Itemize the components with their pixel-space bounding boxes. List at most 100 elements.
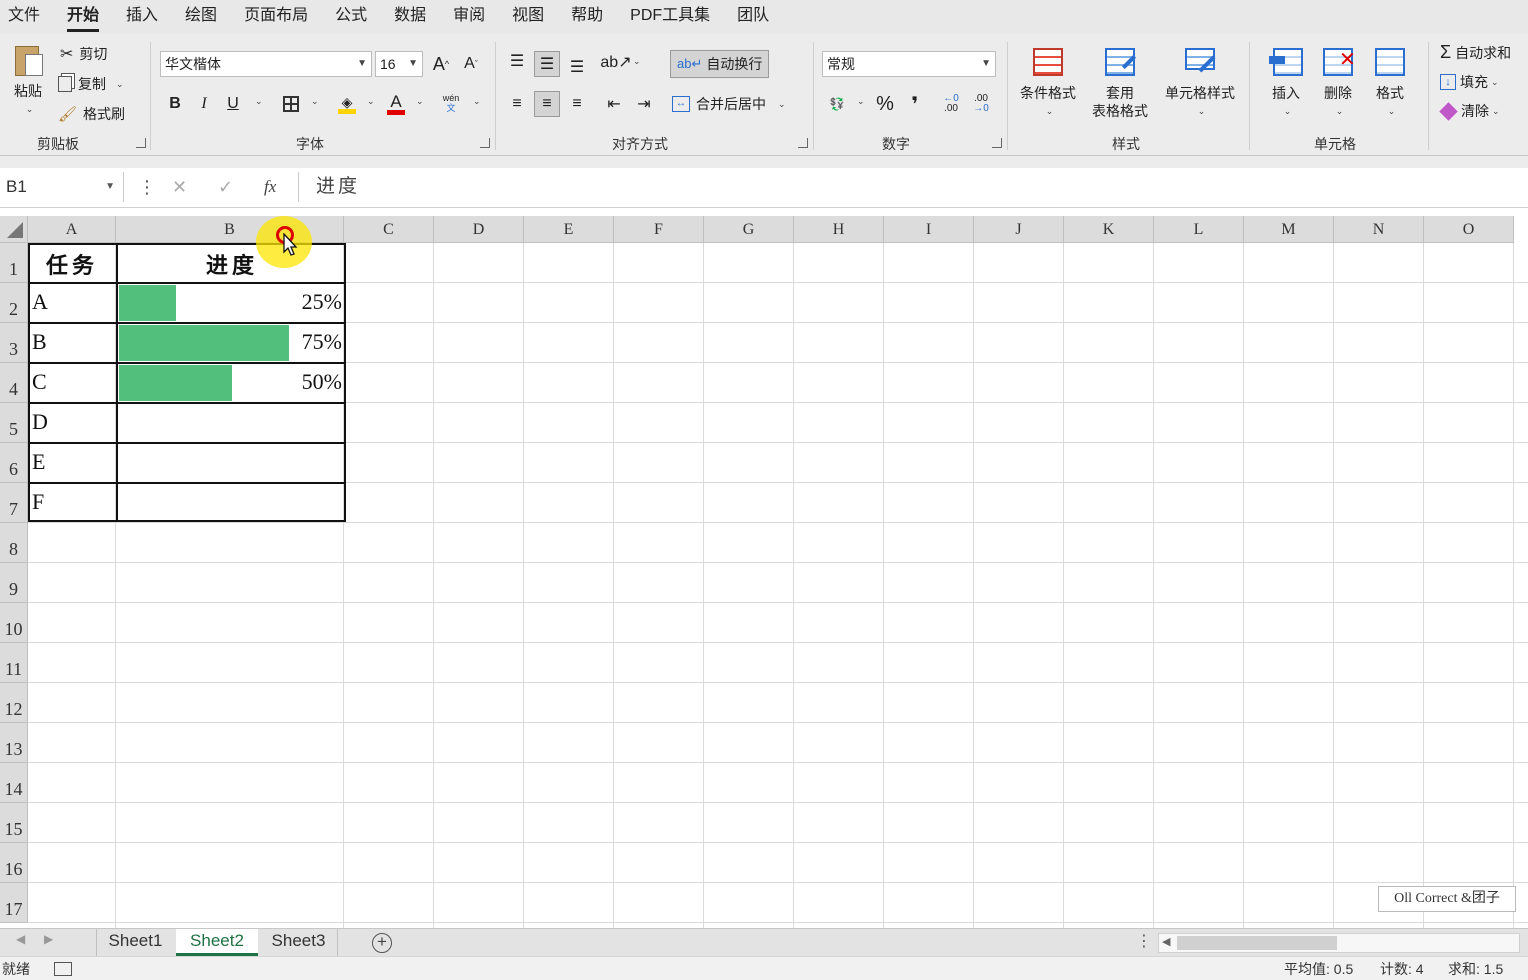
row-header-16[interactable]: 16 <box>0 843 28 883</box>
menu-pdf-tools[interactable]: PDF工具集 <box>630 0 710 34</box>
menu-file[interactable]: 文件 <box>8 0 40 34</box>
task-cell[interactable]: E <box>32 449 45 475</box>
row-header-5[interactable]: 5 <box>0 403 28 443</box>
row-header-9[interactable]: 9 <box>0 563 28 603</box>
align-left-icon[interactable]: ≡ <box>504 91 530 117</box>
column-header-f[interactable]: F <box>614 216 704 243</box>
scroll-left-icon[interactable]: ◀ <box>1162 935 1170 948</box>
menu-data[interactable]: 数据 <box>394 0 426 34</box>
chevron-down-icon[interactable]: ⌄ <box>416 96 424 107</box>
number-launcher-icon[interactable] <box>992 138 1002 148</box>
status-count[interactable]: 计数: 4 <box>1380 957 1424 980</box>
menu-view[interactable]: 视图 <box>512 0 544 34</box>
orientation-icon[interactable]: ab↗ <box>600 49 631 75</box>
chevron-down-icon[interactable]: ⌄ <box>473 96 481 107</box>
column-header-m[interactable]: M <box>1244 216 1334 243</box>
italic-button[interactable]: I <box>191 91 217 117</box>
header-task[interactable]: 任务 <box>46 248 98 280</box>
chevron-down-icon[interactable]: ⌄ <box>311 96 319 107</box>
font-name-select[interactable]: 华文楷体 ▼ <box>160 51 372 77</box>
menu-team[interactable]: 团队 <box>737 0 769 34</box>
menu-page-layout[interactable]: 页面布局 <box>244 0 308 34</box>
sheet-tab-sheet1[interactable]: Sheet1 <box>96 929 174 956</box>
column-header-c[interactable]: C <box>344 216 434 243</box>
row-header-4[interactable]: 4 <box>0 363 28 403</box>
copy-button[interactable]: 复制 ⌄ <box>58 74 124 94</box>
cut-button[interactable]: ✂ 剪切 <box>60 44 107 64</box>
spreadsheet-grid[interactable]: ABCDEFGHIJKLMNO 1 2 3 4 5 6 7 8 9 10 11 12 13 14 15 16 1… <box>0 216 1528 928</box>
comma-style-button[interactable]: ❜ <box>902 91 928 117</box>
menu-insert[interactable]: 插入 <box>126 0 158 34</box>
row-header-6[interactable]: 6 <box>0 443 28 483</box>
accounting-format-icon[interactable]: 💱 <box>824 91 850 117</box>
menu-help[interactable]: 帮助 <box>571 0 603 34</box>
sheet-tab-sheet2[interactable]: Sheet2 <box>176 929 258 956</box>
horizontal-scrollbar[interactable]: ◀ <box>1158 933 1520 953</box>
autosum-button[interactable]: Σ 自动求和 <box>1440 42 1511 63</box>
scroll-right-icon[interactable]: ▶ <box>44 932 53 946</box>
row-header-13[interactable]: 13 <box>0 723 28 763</box>
format-as-table-button[interactable]: 套用 表格格式 <box>1082 46 1158 120</box>
font-color-button[interactable]: A <box>383 91 409 117</box>
font-size-select[interactable]: 16 ▼ <box>375 51 423 77</box>
task-cell[interactable]: C <box>32 369 47 395</box>
task-cell[interactable]: D <box>32 409 48 435</box>
chevron-down-icon[interactable]: ⌄ <box>255 96 263 107</box>
borders-button[interactable] <box>278 91 304 117</box>
status-sum[interactable]: 求和: 1.5 <box>1448 957 1503 980</box>
paste-button[interactable]: 粘贴 ⌄ <box>8 44 48 118</box>
align-middle-icon[interactable]: ☰ <box>534 51 560 77</box>
menu-draw[interactable]: 绘图 <box>185 0 217 34</box>
more-options-icon[interactable]: ⋮ <box>138 172 156 202</box>
row-header-1[interactable]: 1 <box>0 243 28 283</box>
chevron-down-icon[interactable]: ⌄ <box>367 96 375 107</box>
align-top-icon[interactable]: ☰ <box>504 48 530 74</box>
shrink-font-button[interactable]: Aˇ <box>458 51 484 77</box>
align-center-icon[interactable]: ≡ <box>534 91 560 117</box>
merge-center-button[interactable]: ↔ 合并后居中 ⌄ <box>672 94 786 114</box>
format-cells-button[interactable]: 格式 ⌄ <box>1368 46 1412 120</box>
progress-cell[interactable]: 75% <box>302 329 342 355</box>
macro-record-icon[interactable] <box>54 962 72 976</box>
column-header-l[interactable]: L <box>1154 216 1244 243</box>
scroll-left-icon[interactable]: ◀ <box>16 932 25 946</box>
formula-content[interactable]: 进度 <box>316 172 360 202</box>
font-launcher-icon[interactable] <box>480 138 490 148</box>
chevron-down-icon[interactable]: ⌄ <box>633 56 641 67</box>
task-cell[interactable]: F <box>32 489 44 515</box>
cell-styles-button[interactable]: 单元格样式 ⌄ <box>1160 46 1240 120</box>
format-painter-button[interactable]: 🖌 格式刷 <box>58 104 125 124</box>
clear-button[interactable]: 清除 ⌄ <box>1439 101 1500 121</box>
phonetic-button[interactable]: wén 文 <box>438 90 464 116</box>
increase-decimal-button[interactable]: ←0.00 <box>938 91 964 117</box>
column-header-d[interactable]: D <box>434 216 524 243</box>
menu-review[interactable]: 审阅 <box>453 0 485 34</box>
column-header-n[interactable]: N <box>1334 216 1424 243</box>
fill-color-button[interactable]: ◈ <box>334 91 360 117</box>
increase-indent-icon[interactable]: ⇥ <box>631 91 657 117</box>
fill-button[interactable]: ↓ 填充 ⌄ <box>1440 72 1499 92</box>
scrollbar-thumb[interactable] <box>1177 936 1337 950</box>
column-header-i[interactable]: I <box>884 216 974 243</box>
bold-button[interactable]: B <box>162 91 188 117</box>
row-header-12[interactable]: 12 <box>0 683 28 723</box>
grow-font-button[interactable]: A ^ <box>428 51 454 77</box>
row-header-14[interactable]: 14 <box>0 763 28 803</box>
underline-button[interactable]: U <box>220 91 246 117</box>
insert-cells-button[interactable]: 插入 ⌄ <box>1264 46 1308 120</box>
clipboard-launcher-icon[interactable] <box>136 138 146 148</box>
column-header-o[interactable]: O <box>1424 216 1514 243</box>
wrap-text-button[interactable]: ab↵ 自动换行 <box>670 50 770 78</box>
header-progress[interactable]: 进度 <box>206 248 258 280</box>
row-header-7[interactable]: 7 <box>0 483 28 523</box>
chevron-down-icon[interactable]: ⌄ <box>857 96 865 107</box>
align-right-icon[interactable]: ≡ <box>564 91 590 117</box>
tab-splitter-icon[interactable]: ⋮ <box>1136 931 1152 951</box>
percent-style-button[interactable]: % <box>872 91 898 117</box>
column-header-g[interactable]: G <box>704 216 794 243</box>
status-average[interactable]: 平均值: 0.5 <box>1284 957 1353 980</box>
align-bottom-icon[interactable]: ☰ <box>564 54 590 80</box>
menu-formulas[interactable]: 公式 <box>335 0 367 34</box>
column-header-e[interactable]: E <box>524 216 614 243</box>
task-cell[interactable]: B <box>32 329 47 355</box>
